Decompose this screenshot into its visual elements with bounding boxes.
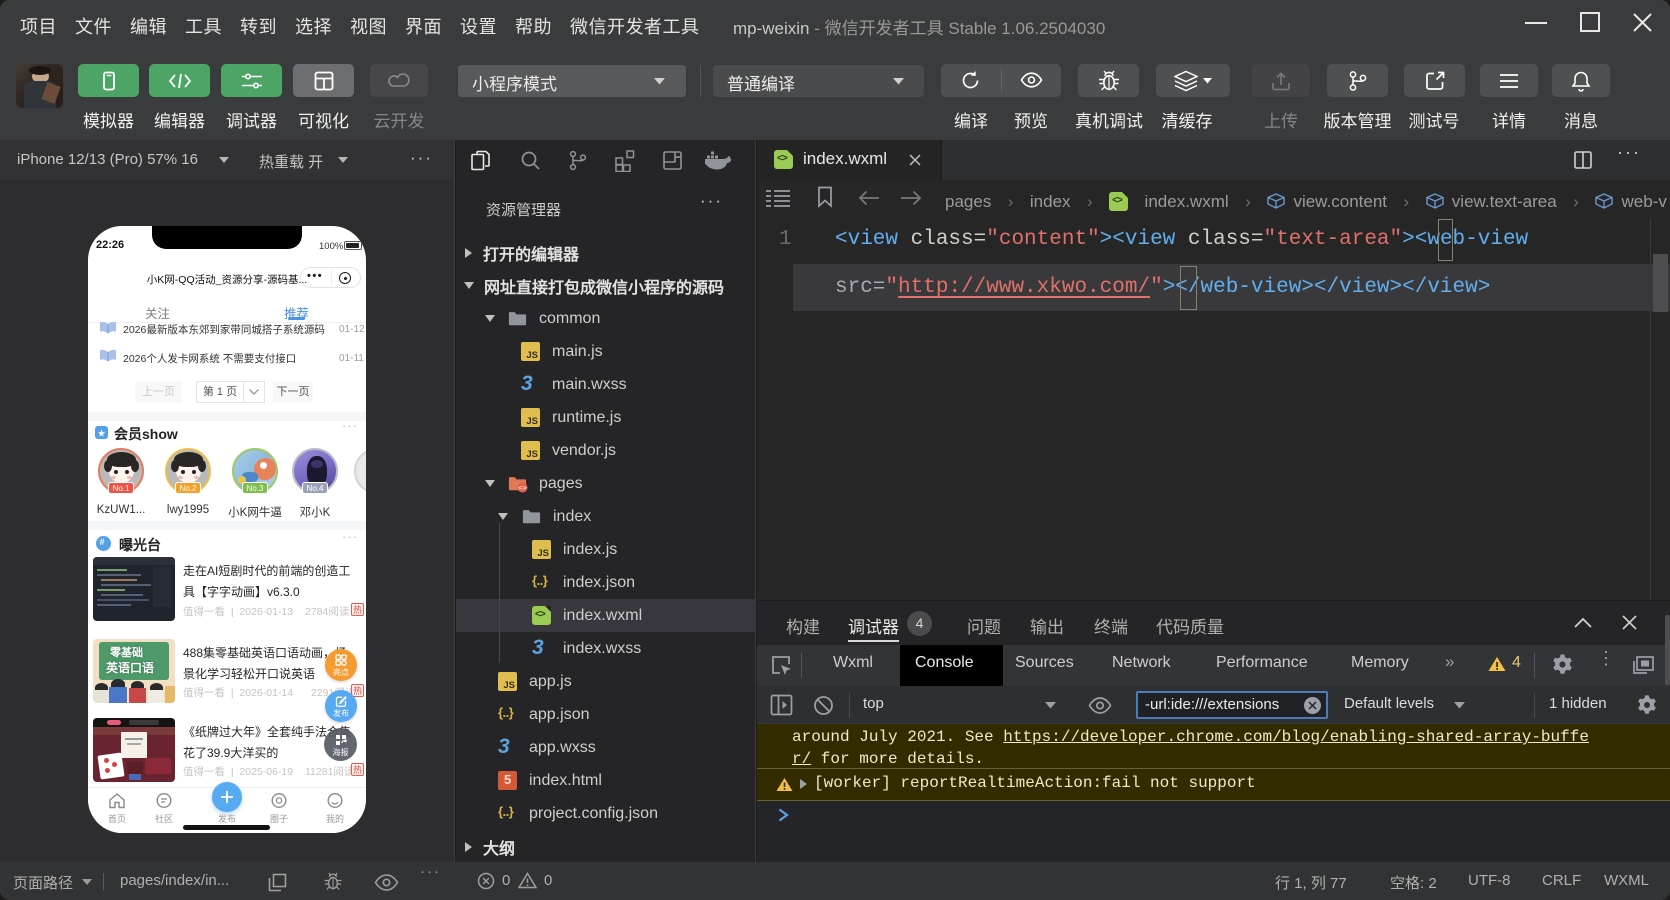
svg-text:<>: <>	[518, 483, 527, 492]
